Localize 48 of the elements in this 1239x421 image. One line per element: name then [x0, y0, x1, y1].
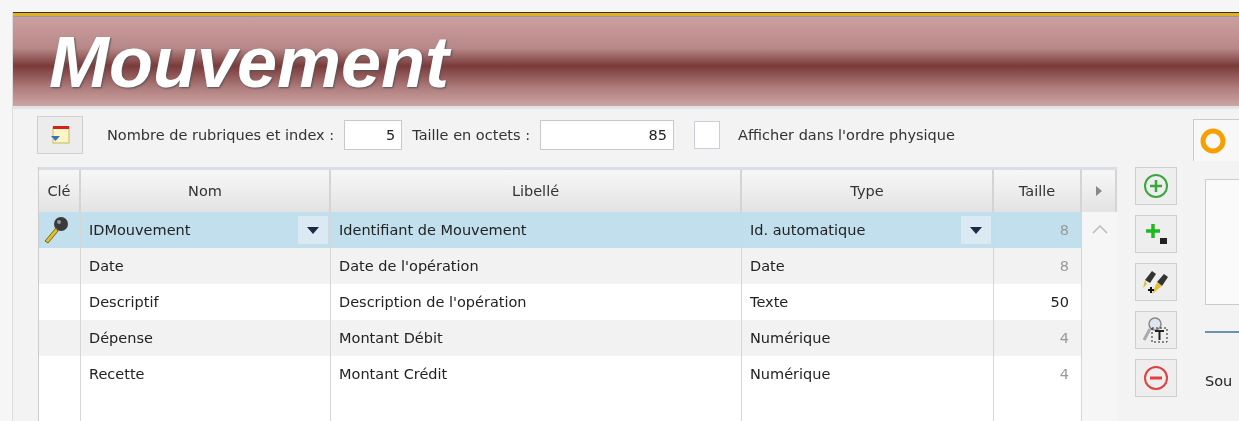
table-cell: Id. automatique: [750, 222, 866, 238]
table-cell: Texte: [750, 294, 789, 310]
dropdown-button[interactable]: [298, 216, 328, 244]
panel-label: Sou: [1205, 373, 1234, 389]
calendar-button[interactable]: [37, 116, 83, 154]
field-count-input[interactable]: 5: [344, 120, 403, 150]
search-text-icon: [1142, 316, 1170, 344]
add-button[interactable]: [1135, 167, 1177, 205]
checkbox-label: Afficher dans l'ordre physique: [738, 127, 955, 143]
dropdown-button[interactable]: [961, 216, 991, 244]
search-text-button[interactable]: [1135, 311, 1177, 349]
scrollbar[interactable]: [1082, 212, 1117, 421]
remove-icon: [1143, 365, 1169, 391]
checkbox[interactable]: [694, 121, 721, 149]
field-count-label: Nombre de rubriques et index :: [107, 127, 335, 143]
table-cell: 4: [1059, 366, 1069, 382]
table-row[interactable]: IDMouvement Identifiant de Mouvement Id. automatique 8: [39, 212, 1082, 248]
table-cell: Date: [89, 258, 124, 274]
table-cell: Descriptif: [89, 294, 159, 310]
caret-icon: [970, 226, 982, 234]
add-icon: [1143, 173, 1169, 199]
plus-icon: [1143, 221, 1169, 247]
table-cell: 50: [1050, 294, 1069, 310]
size-input[interactable]: 85: [540, 120, 675, 150]
table-cell: Dépense: [89, 330, 153, 346]
table-cell: Recette: [89, 366, 145, 382]
table-cell: Montant Débit: [339, 330, 443, 346]
table-cell: 8: [1059, 258, 1069, 274]
table-cell: Date de l'opération: [339, 258, 479, 274]
size-label: Taille en octets :: [412, 127, 531, 143]
add-key-button[interactable]: [1135, 263, 1177, 301]
table-cell: 4: [1059, 330, 1069, 346]
window-title: Mouvement: [49, 25, 450, 98]
table-row[interactable]: Date Date de l'opération Date 8: [39, 248, 1082, 284]
add-multiple-button[interactable]: [1135, 215, 1177, 253]
table-cell: 8: [1059, 222, 1069, 238]
right-arrow-icon: [1095, 186, 1102, 196]
table-cell: Date: [750, 258, 785, 274]
table-cell: Numérique: [750, 330, 831, 346]
remove-button[interactable]: [1135, 359, 1177, 397]
table-cell: Description de l'opération: [339, 294, 527, 310]
panel-tab[interactable]: [1193, 119, 1239, 161]
table-cell: Identifiant de Mouvement: [339, 222, 527, 238]
table-cell: IDMouvement: [89, 222, 191, 238]
caret-icon: [307, 226, 319, 234]
table-row[interactable]: Dépense Montant Débit Numérique 4: [39, 320, 1082, 356]
table-cell: Numérique: [750, 366, 831, 382]
table-cell: Montant Crédit: [339, 366, 448, 382]
